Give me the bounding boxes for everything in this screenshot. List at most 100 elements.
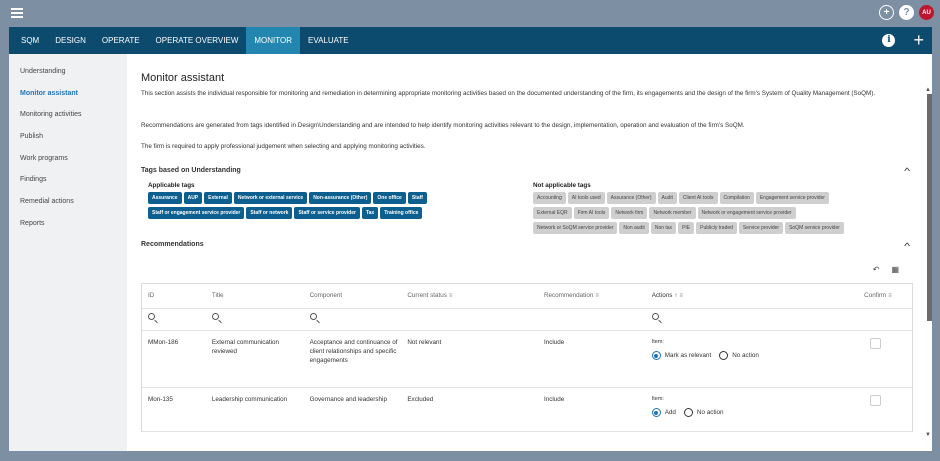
filter-cell-actions [646,309,858,330]
column-header-actions-label: Actions [651,292,673,299]
tab-operate-overview[interactable]: OPERATE OVERVIEW [148,27,247,54]
tab-sqm[interactable]: SQM [13,27,47,54]
recommendations-grid: ID Title Component Current status ≡ Recom… [141,283,913,432]
add-radio[interactable]: Add [651,408,676,417]
filter-cell-title [206,309,304,330]
search-icon[interactable] [651,313,659,320]
not-applicable-tag: Client AI tools [678,192,718,204]
reset-icon[interactable]: ↶ [873,265,880,274]
not-applicable-tag: AI tools used [567,192,605,204]
tab-evaluate[interactable]: EVALUATE [300,27,357,54]
not-applicable-tag: Network or engagement service provider [697,207,796,219]
column-header-actions[interactable]: Actions ↑ ≡ [646,284,858,308]
radio-label: No action [696,409,724,416]
user-avatar[interactable]: AU [919,5,934,20]
radio-label: Mark as relevant [664,352,712,359]
filter-cell-component [304,309,402,330]
add-circle-icon[interactable]: + [879,5,894,20]
search-icon[interactable] [309,313,317,320]
sidebar-item-remedial-actions[interactable]: Remedial actions [9,197,127,219]
plus-icon[interactable]: + [913,31,924,49]
not-applicable-tag: External EQR [533,207,572,219]
applicable-tag: AUP [183,192,203,204]
filter-icon[interactable]: ≡ [595,293,599,299]
hamburger-menu-icon[interactable] [11,8,23,18]
column-header-status-label: Current status [407,292,447,299]
help-icon[interactable]: ? [899,5,914,20]
sidebar-item-understanding[interactable]: Understanding [9,67,127,89]
sidebar: Understanding Monitor assistant Monitori… [9,54,127,451]
tags-section-title: Tags based on Understanding [141,167,241,174]
filter-icon[interactable]: ≡ [679,293,683,299]
mark-as-relevant-radio[interactable]: Mark as relevant [651,351,712,360]
applicable-tag: Staff or network [246,207,293,219]
column-header-id[interactable]: ID [142,284,206,308]
confirm-checkbox[interactable] [870,338,882,349]
search-icon[interactable] [211,313,219,320]
scroll-down-arrow-icon[interactable]: ▼ [925,432,931,438]
radio-unselected-icon[interactable] [683,408,693,417]
row-actions: Item: Add No action [646,388,858,431]
radio-unselected-icon[interactable] [719,351,729,360]
radio-label: Add [664,409,676,416]
row-component: Governance and leadership [309,396,387,403]
column-header-component[interactable]: Component [304,284,402,308]
sidebar-item-monitoring-activities[interactable]: Monitoring activities [9,110,127,132]
filter-icon[interactable]: ≡ [449,293,453,299]
judgement-paragraph: The firm is required to apply profession… [141,143,426,150]
applicable-tag: Assurance [148,192,182,204]
not-applicable-tags-row: Network or SoQM service provider Non audi… [533,222,844,234]
applicable-tag: Training office [380,207,423,219]
radio-selected-icon[interactable] [651,351,661,360]
scrollbar-thumb[interactable] [927,94,932,321]
not-applicable-tag: Engagement service provider [755,192,829,204]
not-applicable-tag: PIE [678,222,695,234]
tab-monitor[interactable]: MONITOR [246,27,301,54]
radio-label: No action [732,352,759,359]
sidebar-item-publish[interactable]: Publish [9,132,127,154]
scroll-up-arrow-icon[interactable]: ▲ [925,87,931,93]
row-recommendation: Include [543,339,565,346]
applicable-tags-label: Applicable tags [148,182,195,189]
info-icon[interactable]: i [882,33,896,47]
export-icon[interactable]: ▦ [891,265,899,274]
table-row[interactable]: Mon-135 Leadership communication Governa… [142,388,912,432]
row-confirm [858,388,912,431]
filter-cell-recommendation [538,309,646,330]
main-content: Monitor assistant This section assists t… [127,54,932,451]
search-icon[interactable] [148,313,155,320]
not-applicable-tag: Network firm [611,207,648,219]
filter-cell-status [401,309,538,330]
item-label: Item: [651,339,664,345]
grid-toolbar: ↶ ▦ [873,265,899,274]
recommendations-paragraph: Recommendations are generated from tags … [141,122,745,129]
row-status: Not relevant [407,339,442,346]
applicable-tag: External [204,192,232,204]
row-title: External communication reviewed [211,339,280,355]
no-action-radio[interactable]: No action [683,408,724,417]
column-header-title[interactable]: Title [206,284,304,308]
confirm-checkbox[interactable] [870,395,882,406]
sidebar-item-reports[interactable]: Reports [9,219,127,241]
sidebar-item-findings[interactable]: Findings [9,175,127,197]
sidebar-item-monitor-assistant[interactable]: Monitor assistant [9,89,127,111]
row-recommendation: Include [543,396,565,403]
column-header-confirm[interactable]: Confirm ≡ [858,284,912,308]
not-applicable-tag: SoQM service provider [785,222,844,234]
action-radio-group: Mark as relevant No action [651,351,858,360]
collapse-tags-chevron-icon[interactable]: ^ [904,166,910,176]
applicable-tag: Staff or engagement service provider [148,207,245,219]
not-applicable-tags-row: External EQR Firm AI tools Network firm Net… [533,207,796,219]
radio-selected-icon[interactable] [651,408,661,417]
filter-icon[interactable]: ≡ [888,293,892,299]
tab-operate[interactable]: OPERATE [94,27,148,54]
collapse-recommendations-chevron-icon[interactable]: ^ [904,241,910,251]
sidebar-item-work-programs[interactable]: Work programs [9,154,127,176]
column-header-recommendation[interactable]: Recommendation ≡ [538,284,646,308]
no-action-radio[interactable]: No action [719,351,759,360]
column-header-status[interactable]: Current status ≡ [401,284,538,308]
nav-tabs: SQM DESIGN OPERATE OPERATE OVERVIEW MONI… [9,27,932,54]
sort-ascending-icon[interactable]: ↑ [674,293,677,299]
table-row[interactable]: MMon-186 External communication reviewed… [142,331,912,388]
tab-design[interactable]: DESIGN [47,27,94,54]
